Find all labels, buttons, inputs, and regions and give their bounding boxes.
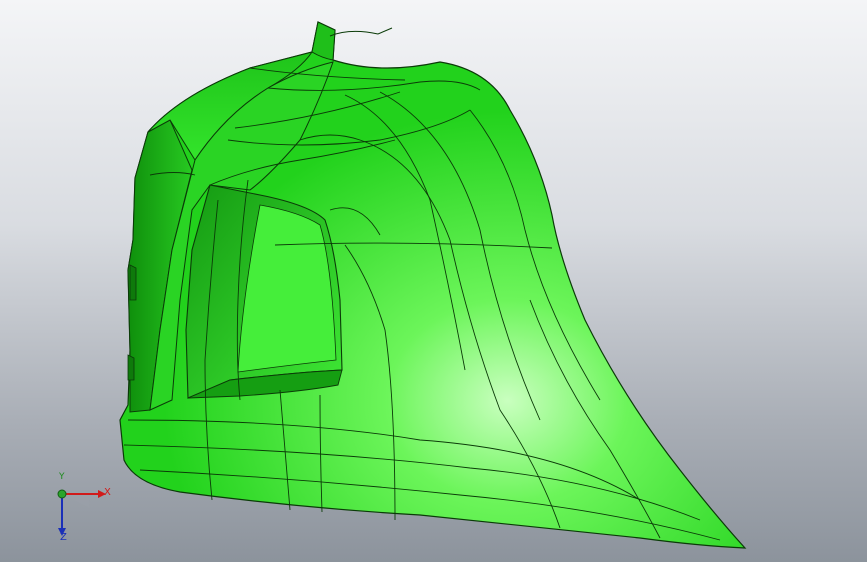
graphics-viewport[interactable]: X Y Z bbox=[0, 0, 867, 562]
x-axis-label: X bbox=[104, 487, 111, 498]
part-side-tab bbox=[129, 264, 137, 301]
part-fin-wire bbox=[329, 27, 393, 37]
part-side-tab bbox=[127, 354, 135, 381]
3d-part-model[interactable] bbox=[0, 0, 867, 562]
y-axis-label: Y bbox=[59, 472, 65, 482]
part-top-fin bbox=[311, 21, 336, 61]
z-axis-label: Z bbox=[60, 532, 67, 543]
reference-triad: X Y Z bbox=[44, 472, 114, 546]
